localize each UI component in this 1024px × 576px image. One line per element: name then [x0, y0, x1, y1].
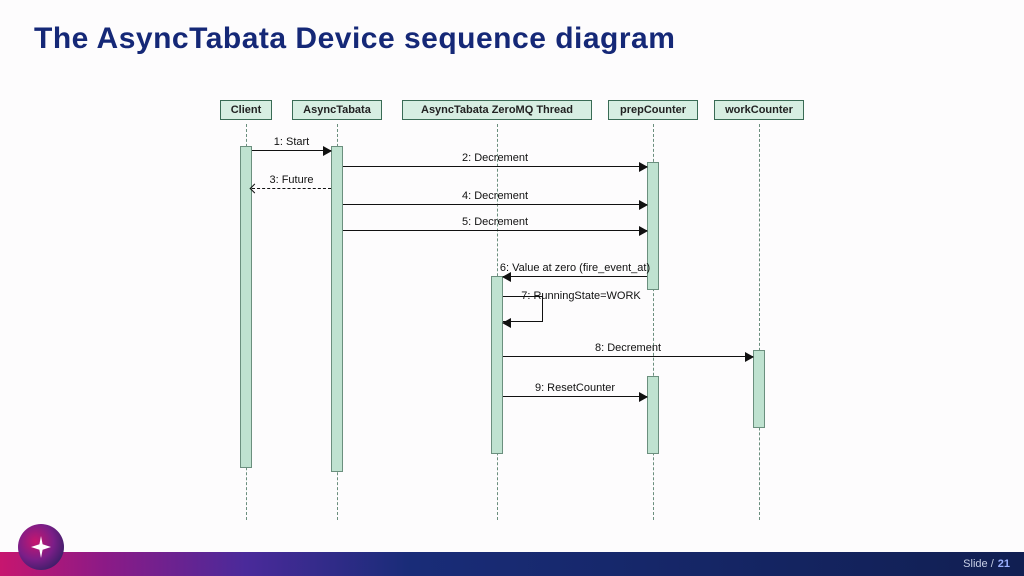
message-4 — [343, 204, 647, 205]
message-8 — [503, 356, 753, 357]
activation-prep-4 — [647, 376, 659, 454]
footer-bar: Slide / 21 — [0, 552, 1024, 576]
page-title: The AsyncTabata Device sequence diagram — [34, 22, 675, 56]
message-label-8: 8: Decrement — [595, 342, 661, 354]
message-label-1: 1: Start — [274, 136, 309, 148]
message-label-9: 9: ResetCounter — [535, 382, 615, 394]
footer-page-number: 21 — [998, 558, 1010, 570]
participant-client: Client — [220, 100, 272, 120]
participant-async: AsyncTabata — [292, 100, 382, 120]
brand-logo — [18, 524, 64, 570]
participant-work: workCounter — [714, 100, 804, 120]
activation-async-1 — [331, 146, 343, 472]
activation-zmq-2 — [491, 276, 503, 454]
message-label-6: 6: Value at zero (fire_event_at) — [500, 262, 650, 274]
message-2 — [343, 166, 647, 167]
message-label-3: 3: Future — [269, 174, 313, 186]
activation-prep-3 — [647, 162, 659, 290]
participant-zmq: AsyncTabata ZeroMQ Thread — [402, 100, 592, 120]
message-label-5: 5: Decrement — [462, 216, 528, 228]
participant-prep: prepCounter — [608, 100, 698, 120]
sequence-diagram: Client AsyncTabata AsyncTabata ZeroMQ Thre… — [180, 100, 840, 520]
activation-client-0 — [240, 146, 252, 468]
footer-slide-label: Slide / — [963, 558, 994, 570]
message-9 — [503, 396, 647, 397]
message-6 — [503, 276, 647, 277]
message-1 — [252, 150, 331, 151]
message-5 — [343, 230, 647, 231]
lifeline-work — [759, 124, 760, 520]
message-label-4: 4: Decrement — [462, 190, 528, 202]
message-3 — [252, 188, 331, 189]
star-icon — [29, 535, 53, 559]
activation-work-5 — [753, 350, 765, 428]
message-label-2: 2: Decrement — [462, 152, 528, 164]
